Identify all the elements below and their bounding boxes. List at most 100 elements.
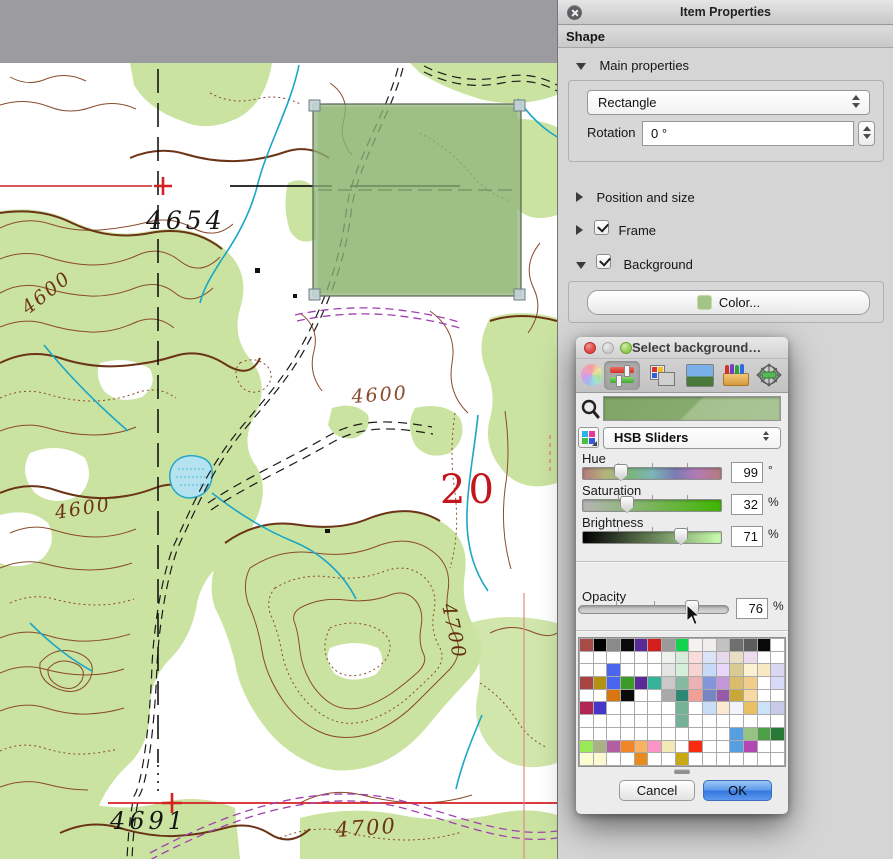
frame-checkbox[interactable] (594, 220, 609, 235)
swatch-cell[interactable] (635, 652, 648, 664)
swatch-cell[interactable] (635, 690, 648, 702)
swatch-cell[interactable] (676, 664, 689, 676)
swatch-cell[interactable] (717, 690, 730, 702)
swatch-cell[interactable] (635, 702, 648, 714)
swatch-cell[interactable] (730, 741, 743, 753)
swatch-cell[interactable] (758, 715, 771, 727)
swatch-cell[interactable] (703, 652, 716, 664)
swatch-drawer-grip[interactable] (674, 769, 690, 774)
swatch-cell[interactable] (635, 639, 648, 651)
swatch-cell[interactable] (689, 753, 702, 765)
color-wheel-icon[interactable] (581, 364, 603, 386)
swatch-cell[interactable] (635, 664, 648, 676)
swatch-cell[interactable] (703, 741, 716, 753)
swatch-cell[interactable] (580, 753, 593, 765)
swatch-cell[interactable] (635, 728, 648, 740)
swatch-cell[interactable] (730, 652, 743, 664)
minimize-traffic-light[interactable] (602, 342, 614, 354)
swatch-cell[interactable] (648, 728, 661, 740)
saturation-slider-thumb[interactable] (620, 496, 634, 513)
saturation-value-input[interactable]: 32 (731, 494, 763, 515)
swatch-cell[interactable] (621, 753, 634, 765)
swatch-cell[interactable] (689, 715, 702, 727)
swatch-cell[interactable] (703, 728, 716, 740)
swatch-cell[interactable] (703, 677, 716, 689)
opacity-value-input[interactable]: 76 (736, 598, 768, 619)
swatch-cell[interactable] (744, 690, 757, 702)
swatch-cell[interactable] (771, 652, 784, 664)
swatch-cell[interactable] (689, 664, 702, 676)
swatch-cell[interactable] (607, 664, 620, 676)
swatch-cell[interactable] (621, 639, 634, 651)
swatch-cell[interactable] (703, 753, 716, 765)
swatch-cell[interactable] (621, 677, 634, 689)
swatch-cell[interactable] (717, 652, 730, 664)
swatch-cell[interactable] (758, 690, 771, 702)
selection-handle-top-left[interactable] (309, 100, 320, 111)
swatch-cell[interactable] (744, 677, 757, 689)
swatch-cell[interactable] (744, 728, 757, 740)
swatch-cell[interactable] (689, 652, 702, 664)
swatch-cell[interactable] (730, 715, 743, 727)
swatch-cell[interactable] (662, 702, 675, 714)
swatch-cell[interactable] (635, 753, 648, 765)
swatch-cell[interactable] (771, 677, 784, 689)
swatch-cell[interactable] (594, 728, 607, 740)
hue-value-input[interactable]: 99 (731, 462, 763, 483)
close-traffic-light[interactable] (584, 342, 596, 354)
swatch-cell[interactable] (676, 753, 689, 765)
swatch-cell[interactable] (717, 728, 730, 740)
main-properties-expander[interactable]: Main properties (576, 57, 689, 75)
swatch-cell[interactable] (703, 690, 716, 702)
shape-type-select[interactable]: Rectangle (587, 90, 870, 115)
hue-slider[interactable] (582, 467, 722, 480)
swatch-cell[interactable] (607, 753, 620, 765)
swatch-cell[interactable] (607, 715, 620, 727)
swatch-cell[interactable] (648, 639, 661, 651)
swatch-cell[interactable] (648, 690, 661, 702)
swatch-cell[interactable] (607, 741, 620, 753)
swatch-cell[interactable] (594, 715, 607, 727)
swatch-cell[interactable] (635, 741, 648, 753)
swatch-cell[interactable] (717, 639, 730, 651)
swatch-cell[interactable] (594, 690, 607, 702)
swatch-cell[interactable] (594, 652, 607, 664)
swatch-cell[interactable] (744, 664, 757, 676)
swatch-cell[interactable] (580, 728, 593, 740)
brightness-slider-thumb[interactable] (674, 528, 688, 545)
selection-handle-top-right[interactable] (514, 100, 525, 111)
hue-slider-thumb[interactable] (614, 464, 628, 481)
swatch-cell[interactable] (744, 652, 757, 664)
swatch-cell[interactable] (580, 677, 593, 689)
zoom-traffic-light[interactable] (620, 342, 632, 354)
swatch-cell[interactable] (648, 715, 661, 727)
swatch-cell[interactable] (594, 741, 607, 753)
saturation-slider[interactable] (582, 499, 722, 512)
swatch-cell[interactable] (607, 639, 620, 651)
position-size-expander[interactable]: Position and size (576, 189, 695, 207)
color-palettes-icon[interactable] (650, 365, 674, 385)
swatch-cell[interactable] (730, 690, 743, 702)
swatch-cell[interactable] (621, 728, 634, 740)
swatch-cell[interactable] (580, 741, 593, 753)
swatch-cell[interactable] (703, 639, 716, 651)
swatch-cell[interactable] (594, 753, 607, 765)
swatch-cell[interactable] (758, 741, 771, 753)
swatch-cell[interactable] (580, 702, 593, 714)
background-color-button[interactable]: Color... (587, 290, 870, 315)
swatch-cell[interactable] (758, 677, 771, 689)
swatch-cell[interactable] (594, 702, 607, 714)
color-preview-well[interactable] (603, 396, 781, 421)
swatch-cell[interactable] (758, 728, 771, 740)
swatch-cell[interactable] (758, 639, 771, 651)
swatch-cell[interactable] (771, 702, 784, 714)
swatch-cell[interactable] (703, 702, 716, 714)
swatch-cell[interactable] (676, 652, 689, 664)
swatch-cell[interactable] (703, 715, 716, 727)
swatch-cell[interactable] (744, 741, 757, 753)
swatch-cell[interactable] (689, 677, 702, 689)
swatch-cell[interactable] (771, 728, 784, 740)
swatch-cell[interactable] (689, 728, 702, 740)
swatch-cell[interactable] (621, 715, 634, 727)
swatch-cell[interactable] (676, 728, 689, 740)
